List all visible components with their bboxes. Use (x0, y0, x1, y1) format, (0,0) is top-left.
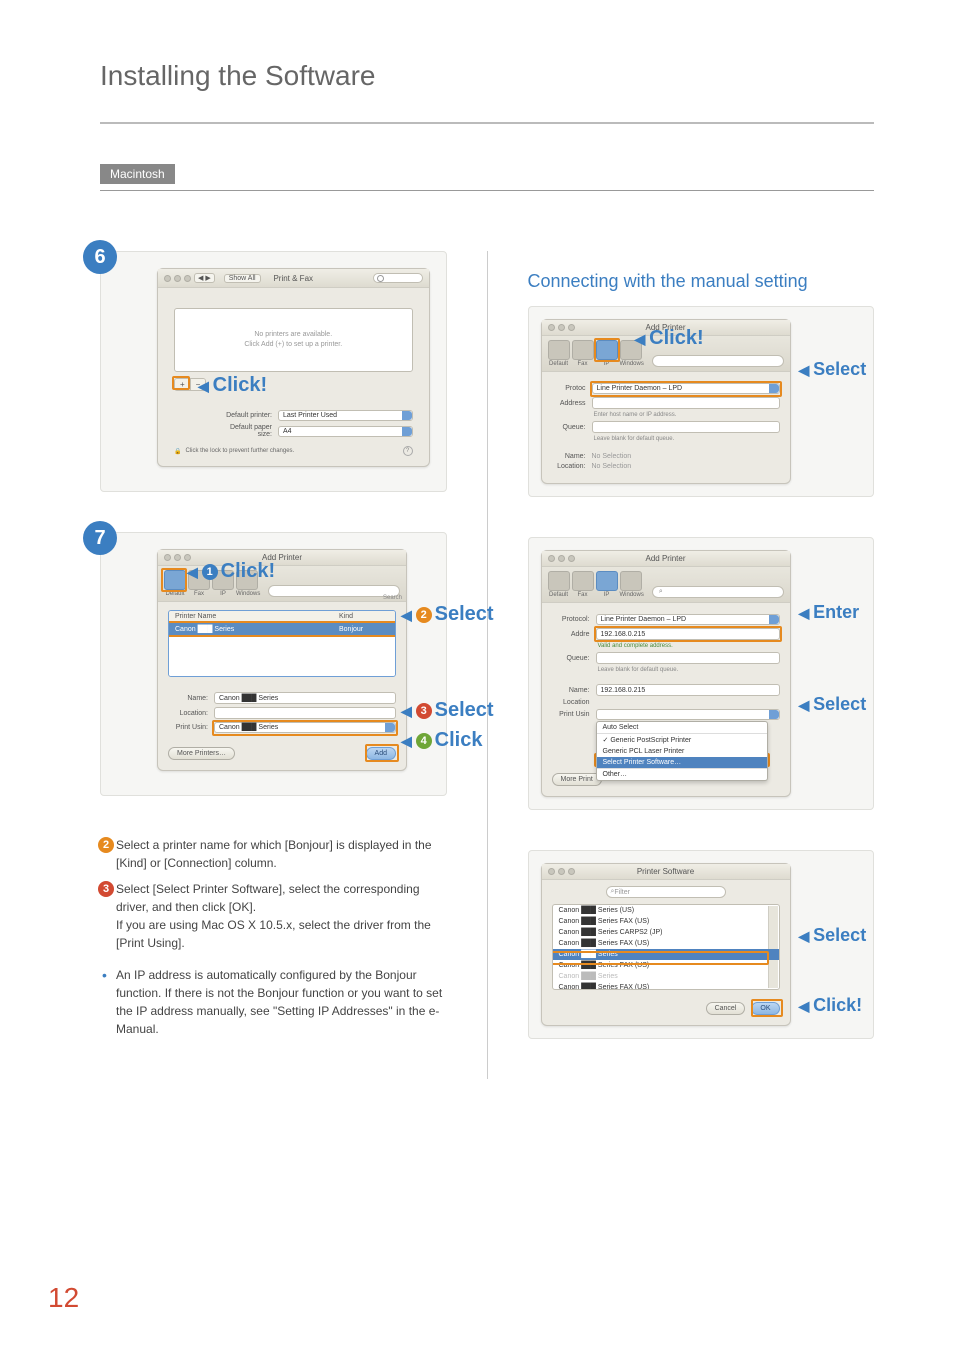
more-printers-button[interactable]: More Print (552, 773, 602, 786)
tab-default[interactable] (548, 571, 570, 591)
manual-shot-1: Add Printer Default Fax IP Windows Proto… (528, 306, 875, 497)
tab-windows[interactable] (620, 571, 642, 591)
address-field[interactable] (592, 397, 780, 409)
menu-item[interactable]: Generic PCL Laser Printer (597, 746, 767, 757)
page-number: 12 (48, 1282, 79, 1314)
tab-fax[interactable] (572, 571, 594, 591)
callout-select: Select (799, 925, 867, 946)
step-badge-7: 7 (83, 521, 117, 555)
name-field[interactable]: Canon ███ Series (214, 692, 396, 704)
menu-item[interactable]: Auto Select (597, 722, 767, 733)
list-item[interactable]: Canon ███ Series (US) (553, 905, 779, 916)
manual-shot-3: Printer Software ⌕ Filter Canon ███ Seri… (528, 850, 875, 1039)
rule (100, 122, 874, 124)
queue-field[interactable] (592, 421, 780, 433)
cancel-button[interactable]: Cancel (706, 1002, 746, 1015)
search-input[interactable] (268, 585, 400, 597)
software-list[interactable]: Canon ███ Series (US) Canon ███ Series F… (552, 904, 780, 990)
add-button[interactable]: Add (366, 747, 396, 760)
protocol-select[interactable]: Line Printer Daemon – LPD (592, 383, 780, 394)
rule2 (100, 190, 874, 191)
paper-size-select[interactable]: A4 (278, 426, 413, 437)
default-printer-label: Default printer: (214, 412, 272, 419)
menu-item[interactable]: Other… (597, 768, 767, 780)
print-using-menu[interactable]: Auto Select Generic PostScript Printer G… (596, 721, 768, 781)
callout-select: Select (799, 359, 867, 380)
queue-field[interactable] (596, 652, 780, 664)
location-field[interactable] (214, 707, 396, 719)
default-printer-select[interactable]: Last Printer Used (278, 410, 413, 421)
list-item[interactable]: Canon ███ Series FAX (US) (553, 938, 779, 949)
page-title: Installing the Software (100, 60, 874, 92)
printer-list[interactable]: Printer NameKind Canon ███ SeriesBonjour (168, 610, 396, 677)
callout-enter: Enter (799, 602, 860, 623)
lock-text: Click the lock to prevent further change… (185, 448, 294, 454)
search-input[interactable] (652, 355, 784, 367)
list-item[interactable]: Canon ███ Series (553, 971, 779, 982)
tab-fax[interactable] (572, 340, 594, 360)
name-field[interactable]: 192.168.0.215 (596, 684, 780, 696)
printer-list-empty: No printers are available. Click Add (+)… (174, 308, 413, 372)
lock-icon[interactable]: 🔒 (174, 448, 181, 455)
search-input[interactable]: ⌕ (652, 586, 784, 598)
menu-item-selected[interactable]: Select Printer Software… (597, 757, 767, 768)
step6-shot: 6 ◀ ▶ Show All Print & Fax (100, 251, 447, 492)
help-button[interactable]: ? (403, 446, 413, 456)
address-field[interactable]: 192.168.0.215 (596, 628, 780, 640)
subsection-badge: Macintosh (100, 164, 175, 184)
tab-default[interactable] (164, 570, 186, 590)
print-fax-window: ◀ ▶ Show All Print & Fax No printers are… (157, 268, 430, 467)
step-badge-6: 6 (83, 240, 117, 274)
filter-input[interactable]: ⌕ Filter (606, 886, 726, 898)
callout-select: Select (799, 694, 867, 715)
list-item[interactable]: Canon ███ Series FAX (US) (553, 916, 779, 927)
list-item[interactable]: Canon ███ Series CARPS2 (JP) (553, 927, 779, 938)
step7-shot: 7 Add Printer Default Fax IP Windows (100, 532, 447, 796)
print-using-select[interactable]: Canon ███ Series (214, 722, 396, 733)
scrollbar[interactable] (768, 906, 778, 988)
add-printer-window: Add Printer Default Fax IP Windows ⌕ Pro… (541, 550, 791, 797)
note-bullet: An IP address is automatically configure… (100, 966, 447, 1038)
callout-click: Click! (799, 995, 863, 1016)
list-item-selected[interactable]: Canon ███ Series (553, 949, 779, 960)
window-title: Print & Fax (158, 274, 429, 283)
list-item[interactable]: Canon ███ Series FAX (US) (553, 960, 779, 971)
menu-item[interactable]: Generic PostScript Printer (597, 733, 767, 746)
printer-software-window: Printer Software ⌕ Filter Canon ███ Seri… (541, 863, 791, 1026)
tab-ip[interactable] (596, 340, 618, 360)
callout-click: Click! (635, 327, 704, 350)
manual-shot-2: Add Printer Default Fax IP Windows ⌕ Pro… (528, 537, 875, 810)
ok-button[interactable]: OK (751, 1002, 779, 1015)
paper-size-label: Default paper size: (214, 424, 272, 438)
tab-ip[interactable] (596, 571, 618, 591)
list-item[interactable]: Canon ███ SeriesBonjour (169, 623, 395, 636)
list-item[interactable]: Canon ███ Series FAX (US) (553, 982, 779, 990)
print-using-select[interactable] (596, 709, 780, 720)
protocol-select[interactable]: Line Printer Daemon – LPD (596, 614, 780, 625)
add-printer-button[interactable]: + (175, 379, 190, 390)
step7-notes: 2Select a printer name for which [Bonjou… (100, 836, 447, 952)
tab-default[interactable] (548, 340, 570, 360)
manual-heading: Connecting with the manual setting (528, 271, 875, 292)
more-printers-button[interactable]: More Printers… (168, 747, 235, 760)
callout-click: Click! (198, 374, 267, 397)
